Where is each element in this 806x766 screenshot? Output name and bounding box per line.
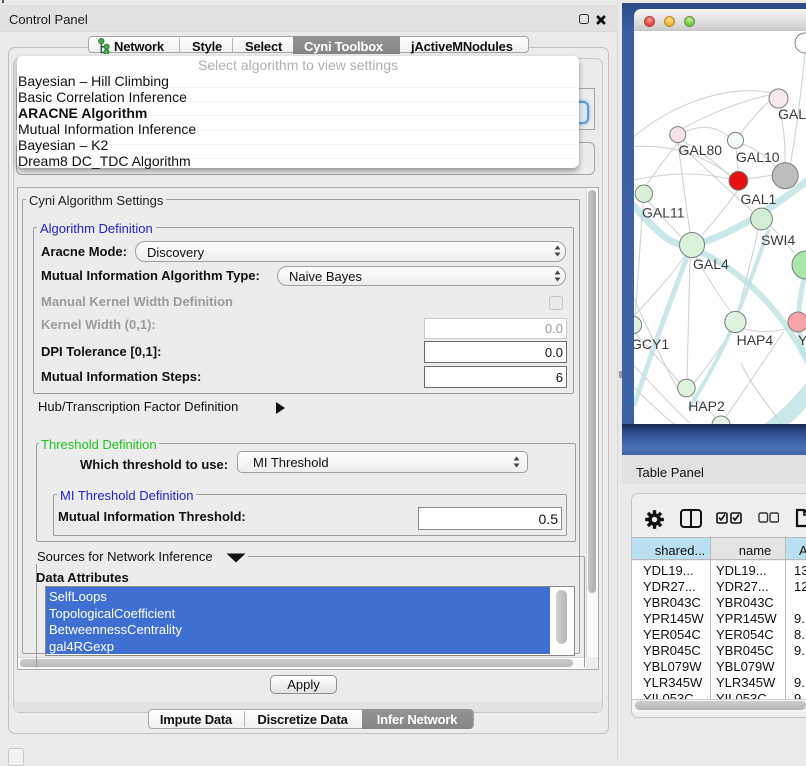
svg-text:GAL11: GAL11 bbox=[642, 205, 685, 221]
svg-text:HAP2: HAP2 bbox=[688, 398, 725, 414]
svg-text:GAL7: GAL7 bbox=[778, 106, 806, 122]
svg-text:YD: YD bbox=[798, 332, 806, 348]
svg-text:GCY1: GCY1 bbox=[634, 336, 669, 352]
svg-text:GAL10: GAL10 bbox=[736, 149, 780, 165]
svg-text:HAP4: HAP4 bbox=[737, 332, 774, 348]
svg-text:SWI4: SWI4 bbox=[761, 232, 795, 248]
svg-text:GAL4: GAL4 bbox=[693, 256, 729, 272]
svg-text:GAL80: GAL80 bbox=[679, 142, 723, 158]
svg-text:GAL1: GAL1 bbox=[741, 191, 777, 207]
